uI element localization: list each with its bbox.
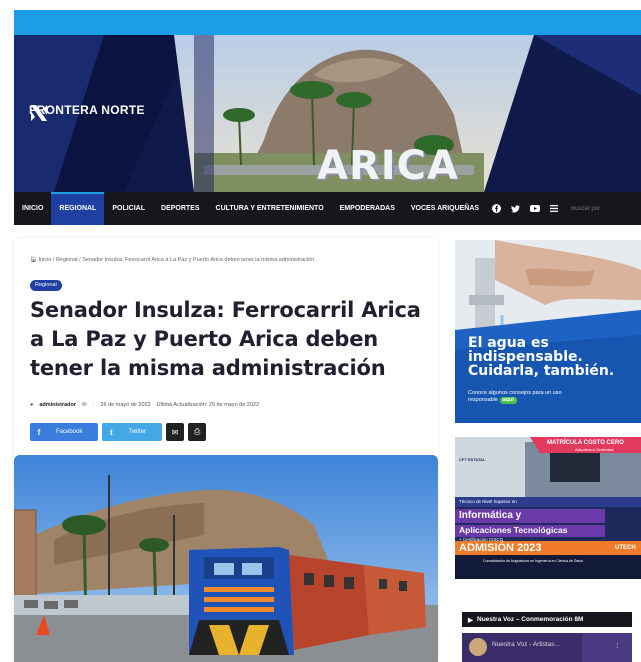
nav-item-deportes[interactable]: DEPORTES <box>153 192 208 225</box>
main-nav: INICIO REGIONAL POLICIAL DEPORTES CULTUR… <box>14 192 641 225</box>
article-featured-image <box>14 455 438 662</box>
share-twitter-button[interactable]: t Twitter <box>102 423 163 441</box>
share-twitter-label: Twitter <box>128 429 147 435</box>
email-icon: ✉ <box>171 427 179 437</box>
video-widget-header: ▶ Nuestra Voz – Conmemoración 8M <box>462 612 632 627</box>
cft-ad-badge: MATRÍCULA COSTO CERO <box>547 440 624 446</box>
nav-item-voces-ariquenas[interactable]: VOCES ARIQUEÑAS <box>403 192 487 225</box>
top-accent-strip <box>14 10 641 35</box>
category-badge[interactable]: Regional <box>30 280 62 291</box>
nav-item-regional[interactable]: REGIONAL <box>51 192 105 225</box>
cft-ad-badge-sub: Adscritos a Gratuidad <box>575 447 614 452</box>
email-icon[interactable]: ✉ <box>82 402 87 408</box>
video-thumbnail[interactable]: Nuestra Voz - Artistas... ⋮ <box>462 633 632 662</box>
article-meta: ● administrador ✉ · 26 de mayo de 2022 Ú… <box>30 402 259 408</box>
cft-ad-level: Técnico de Nivel Superior en <box>459 499 517 504</box>
facebook-icon[interactable] <box>491 203 502 214</box>
nav-item-policial[interactable]: POLICIAL <box>104 192 153 225</box>
water-ad-headline-1: El agua es <box>468 335 549 351</box>
share-email-button[interactable]: ✉ <box>166 423 185 441</box>
home-icon[interactable]: 🏠︎ <box>30 257 39 263</box>
cft-ad-partner: UTECH <box>615 545 636 551</box>
play-icon: ▶ <box>468 616 473 624</box>
nav-item-inicio[interactable]: INICIO <box>14 192 51 225</box>
print-button[interactable]: ⎙ <box>188 423 207 441</box>
cft-ad-org: CFT ESTATAL <box>459 457 486 462</box>
social-icons <box>491 203 559 214</box>
video-title[interactable]: Nuestra Voz - Artistas... <box>492 641 560 648</box>
train-photo <box>14 455 438 662</box>
site-banner[interactable]: FRONTERA NORTE ARICA <box>14 35 641 192</box>
water-ad-headline: El agua es indispensable. Cuidarla, tamb… <box>468 336 614 378</box>
breadcrumb: 🏠︎ Inicio / Regional / Senador Insulza: … <box>30 257 314 263</box>
video-widget-title: Nuestra Voz – Conmemoración 8M <box>477 616 584 623</box>
twitter-icon: t <box>110 427 113 437</box>
water-ad-headline-3: Cuidarla, también. <box>468 363 615 379</box>
banner-city-letters: ARICA <box>317 143 459 189</box>
water-ad-link[interactable]: aquí <box>499 397 517 404</box>
breadcrumb-text[interactable]: Inicio / Regional / Senador Insulza: Fer… <box>39 257 315 263</box>
updated-date: Última Actualización: 29 de mayo de 2022 <box>156 402 260 408</box>
water-ad-headline-2: indispensable. <box>468 349 583 365</box>
sidebar-ad-water[interactable]: El agua es indispensable. Cuidarla, tamb… <box>455 240 641 423</box>
share-facebook-button[interactable]: f Facebook <box>30 423 99 441</box>
date-separator: · <box>92 402 95 408</box>
article-title: Senador Insulza: Ferrocarril Arica a La … <box>30 298 421 380</box>
cft-ad-admission: ADMISIÓN 2023 <box>459 542 542 554</box>
twitter-icon[interactable] <box>510 203 521 214</box>
cft-ad-footer: Convalidación de Asignaturas en Ingenier… <box>483 559 584 563</box>
cft-ad-program-1: Informática y <box>459 510 522 521</box>
share-buttons: f Facebook t Twitter ✉ ⎙ <box>30 423 207 441</box>
print-icon: ⎙ <box>193 427 201 436</box>
search-input[interactable] <box>571 199 641 218</box>
share-facebook-label: Facebook <box>56 429 83 435</box>
youtube-icon[interactable] <box>529 203 540 214</box>
menu-icon[interactable] <box>548 203 559 214</box>
nav-item-cultura[interactable]: CULTURA Y ENTRETENIMIENTO <box>208 192 332 225</box>
top-bar <box>0 0 641 35</box>
video-more-icon[interactable]: ⋮ <box>614 641 621 649</box>
publish-date: 26 de mayo de 2022 <box>100 402 151 408</box>
water-ad-subtext: Conoce algunos consejos para un uso resp… <box>468 390 588 404</box>
author-name[interactable]: administrador <box>39 402 76 408</box>
facebook-icon: f <box>37 427 41 437</box>
cft-ad-program-2: Aplicaciones Tecnológicas <box>459 525 568 535</box>
author-icon: ● <box>30 402 34 408</box>
site-logo[interactable]: FRONTERA NORTE <box>29 103 145 121</box>
logo-mark-icon <box>31 105 47 121</box>
nav-item-empoderadas[interactable]: EMPODERADAS <box>332 192 403 225</box>
sidebar-ad-cft[interactable]: MATRÍCULA COSTO CERO Adscritos a Gratuid… <box>455 437 641 579</box>
